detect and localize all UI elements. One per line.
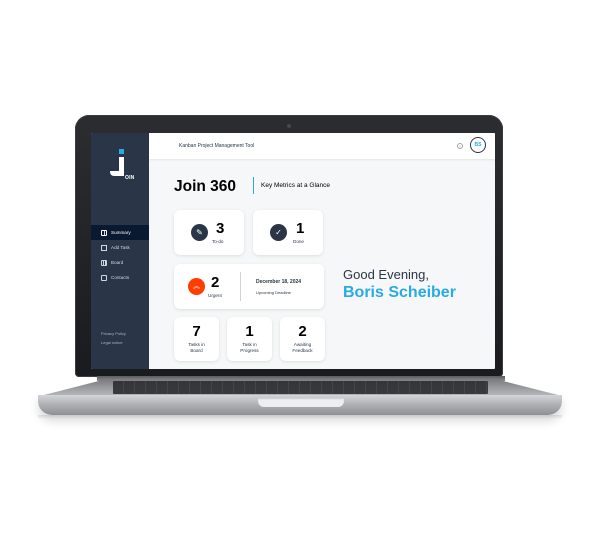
board-icon [101, 259, 107, 266]
user-avatar[interactable]: BS [470, 137, 486, 153]
title-divider [253, 177, 255, 194]
urgent-label: Urgent [208, 293, 222, 298]
sidebar-nav: Summary Add Task Board Contacts [91, 225, 149, 285]
logo-dot [119, 149, 124, 154]
user-name: Boris Scheiber [343, 284, 456, 301]
sidebar-item-contacts[interactable]: Contacts [91, 270, 149, 285]
tasks-in-progress-card[interactable]: 1 Task in Progress [227, 317, 272, 361]
deadline-label: Upcoming Deadline [256, 290, 291, 295]
pencil-icon: ✎ [191, 224, 208, 241]
logo-hook [110, 171, 124, 176]
logo-text: OIN [125, 175, 135, 181]
laptop-keyboard [113, 381, 488, 394]
summary-icon [101, 229, 107, 236]
progress-count: 1 [245, 323, 254, 340]
progress-label: Task in Progress [240, 342, 259, 353]
header-title: Kanban Project Management Tool [179, 143, 255, 149]
feedback-count: 2 [298, 323, 307, 340]
laptop-shadow [38, 415, 562, 419]
add-task-icon [101, 244, 107, 251]
sidebar-item-add-task[interactable]: Add Task [91, 240, 149, 255]
urgent-count: 2 [211, 274, 220, 291]
todo-label: To-do [212, 239, 224, 244]
tasks-in-board-card[interactable]: 7 Tasks in Board [174, 317, 219, 361]
done-label: Done [293, 239, 304, 244]
deadline-date: December 18, 2024 [256, 279, 302, 285]
privacy-policy-link[interactable]: Privacy Policy [101, 331, 126, 336]
contacts-icon [101, 274, 107, 281]
legal-notice-link[interactable]: Legal notice [101, 340, 126, 345]
help-icon[interactable]: ? [457, 143, 463, 149]
legal-links: Privacy Policy Legal notice [101, 331, 126, 349]
app-header: Kanban Project Management Tool ? BS [149, 133, 495, 159]
greeting-text: Good Evening, [343, 267, 430, 282]
todo-count: 3 [216, 220, 225, 237]
sidebar-item-summary[interactable]: Summary [91, 225, 149, 240]
sidebar-item-label: Summary [111, 230, 131, 235]
page-subtitle: Key Metrics at a Glance [261, 182, 330, 189]
sidebar-item-board[interactable]: Board [91, 255, 149, 270]
laptop-camera [287, 124, 291, 128]
todo-card[interactable]: ✎ 3 To-do [174, 210, 244, 255]
urgent-card[interactable]: ︽ 2 Urgent December 18, 2024 Upcoming De… [174, 264, 324, 309]
urgent-divider [240, 272, 241, 301]
laptop-notch [258, 398, 344, 407]
done-card[interactable]: ✓ 1 Done [253, 210, 323, 255]
laptop-screen: OIN Summary Add Task Board Contacts Priv… [91, 133, 495, 369]
join-logo[interactable]: OIN [103, 149, 135, 183]
page-title: Join 360 [174, 178, 237, 195]
check-icon: ✓ [270, 224, 287, 241]
feedback-label: Awaiting Feedback [292, 342, 313, 353]
done-count: 1 [296, 220, 305, 237]
awaiting-feedback-card[interactable]: 2 Awaiting Feedback [280, 317, 325, 361]
sidebar: OIN Summary Add Task Board Contacts Priv… [91, 133, 149, 369]
sidebar-item-label: Board [111, 260, 124, 265]
sidebar-item-label: Add Task [111, 245, 130, 250]
board-label: Tasks in Board [188, 342, 205, 353]
sidebar-item-label: Contacts [111, 275, 130, 280]
urgent-arrows-icon: ︽ [188, 278, 205, 295]
board-count: 7 [192, 323, 201, 340]
